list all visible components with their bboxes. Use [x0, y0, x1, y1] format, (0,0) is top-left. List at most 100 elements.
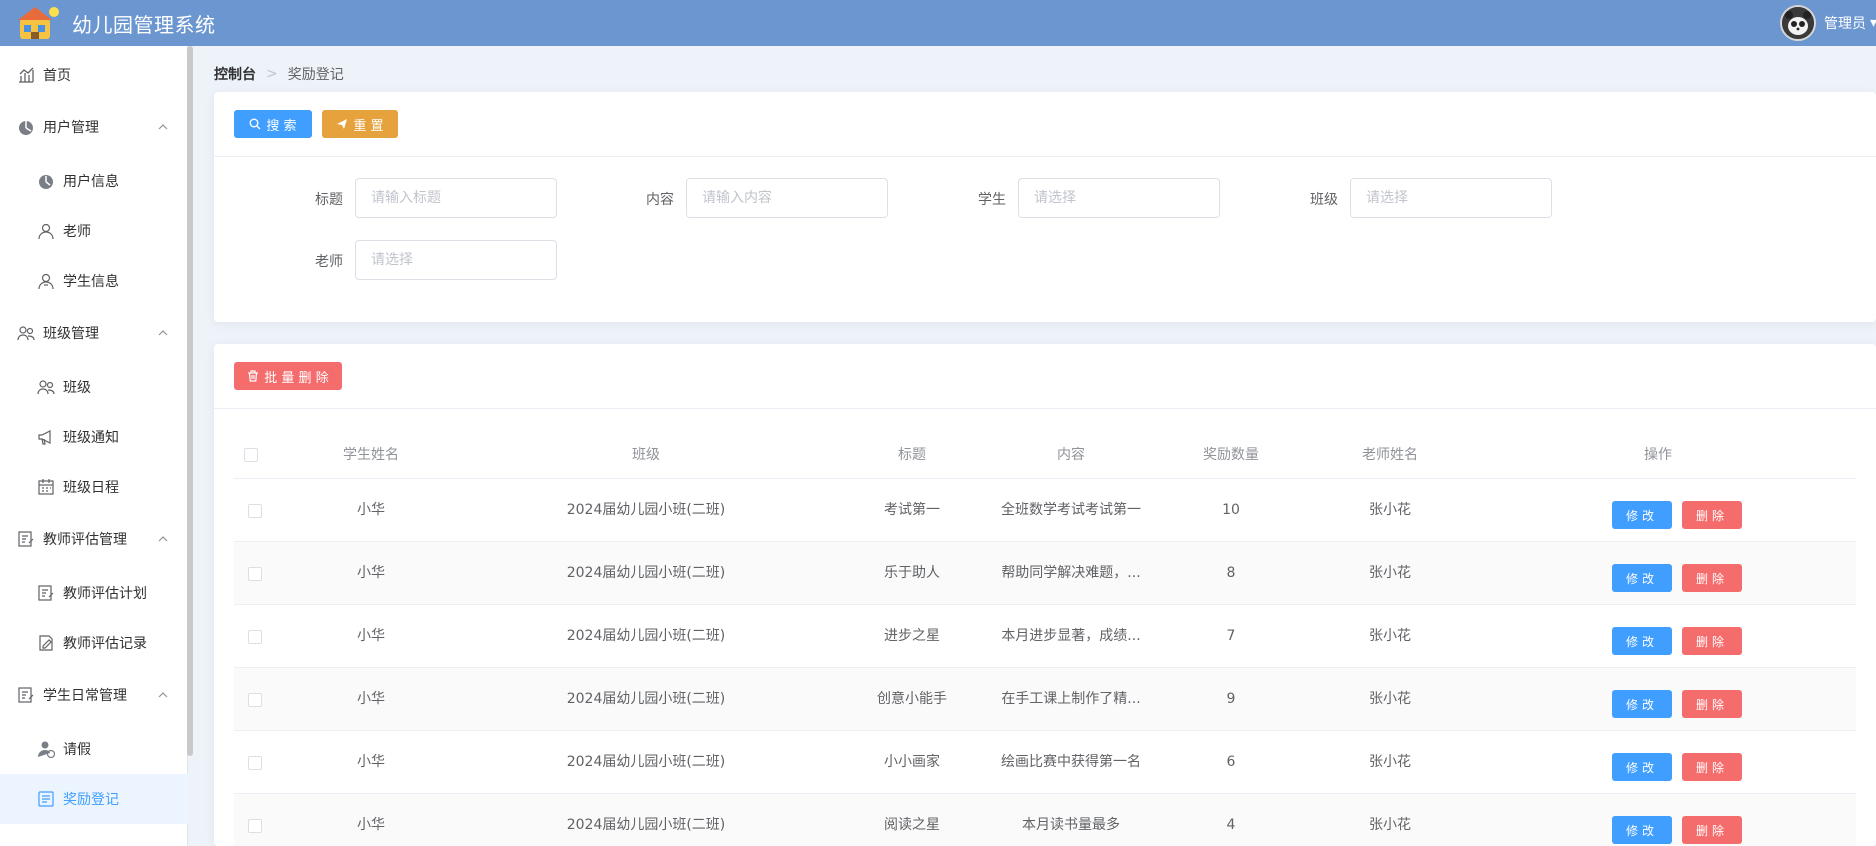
user-menu-name[interactable]: 管理员	[1824, 13, 1866, 33]
sidebar-item-evaluation-plan[interactable]: 教师评估计划	[0, 568, 188, 618]
sidebar-item-label: 班级日程	[63, 480, 119, 496]
cell-count: 10	[1222, 502, 1240, 518]
cell-class: 2024届幼儿园小班(二班)	[566, 754, 726, 770]
teacher-field-label: 老师	[315, 254, 343, 270]
table-header-row: 学生姓名 班级 标题 内容 奖励数量 老师姓名 操作	[234, 431, 1856, 479]
search-button[interactable]: 搜 索	[234, 110, 312, 138]
sidebar-item-home[interactable]: 首页	[0, 50, 188, 100]
cell-title: 阅读之星	[884, 817, 940, 833]
title-input[interactable]	[355, 178, 557, 218]
column-header-actions: 操作	[1644, 447, 1672, 463]
chart-icon	[17, 66, 35, 84]
cell-title: 创意小能手	[877, 691, 947, 707]
sidebar-item-label: 班级管理	[43, 326, 99, 342]
column-header-content[interactable]: 内容	[1000, 431, 1142, 479]
trash-icon	[248, 370, 259, 382]
sidebar-item-label: 请假	[63, 742, 91, 758]
breadcrumb-home[interactable]: 控制台	[214, 64, 256, 84]
sidebar-item-class-notice[interactable]: 班级通知	[0, 412, 188, 462]
reset-button[interactable]: 重 置	[322, 110, 398, 138]
avatar[interactable]	[1780, 5, 1816, 41]
calendar-icon	[37, 478, 55, 496]
column-header-teacher[interactable]: 老师姓名	[1320, 431, 1460, 479]
cell-content: 在手工课上制作了精...	[1001, 691, 1141, 707]
edit-button[interactable]: 修改	[1612, 564, 1672, 592]
cell-teacher: 张小花	[1369, 817, 1411, 833]
row-checkbox[interactable]	[248, 693, 262, 707]
chevron-down-icon[interactable]: ▾	[1870, 15, 1876, 31]
sidebar-item-label: 用户信息	[63, 174, 119, 190]
cell-class: 2024届幼儿园小班(二班)	[566, 691, 726, 707]
edit-button[interactable]: 修改	[1612, 627, 1672, 655]
sidebar-item-teacher[interactable]: 老师	[0, 206, 188, 256]
batch-delete-button[interactable]: 批 量 删 除	[234, 362, 342, 390]
sidebar-scrollbar[interactable]	[187, 46, 193, 756]
cell-class: 2024届幼儿园小班(二班)	[566, 502, 726, 518]
delete-button[interactable]: 删除	[1682, 816, 1742, 844]
panel-divider	[214, 408, 1876, 409]
sidebar-item-label: 老师	[63, 224, 91, 240]
cell-content: 本月读书量最多	[1022, 817, 1120, 833]
sidebar-item-class[interactable]: 班级	[0, 362, 188, 412]
content-input[interactable]	[686, 178, 888, 218]
cell-count: 6	[1226, 754, 1236, 770]
sidebar-item-evaluation-record[interactable]: 教师评估记录	[0, 618, 188, 668]
sidebar-item-label: 学生信息	[63, 274, 119, 290]
column-header-title[interactable]: 标题	[824, 431, 1000, 479]
cell-teacher: 张小花	[1369, 502, 1411, 518]
row-checkbox[interactable]	[248, 819, 262, 833]
class-group-icon	[17, 324, 35, 342]
title-field-label: 标题	[315, 192, 343, 208]
cell-teacher: 张小花	[1369, 628, 1411, 644]
content-field-label: 内容	[646, 192, 674, 208]
sidebar-item-leave[interactable]: 请假	[0, 724, 188, 774]
delete-button[interactable]: 删除	[1682, 753, 1742, 781]
edit-button[interactable]: 修改	[1612, 816, 1672, 844]
edit-button[interactable]: 修改	[1612, 753, 1672, 781]
student-icon	[37, 272, 55, 290]
search-panel: 搜 索 重 置 标题 内容 学生 班级 老师	[214, 92, 1876, 322]
row-checkbox[interactable]	[248, 756, 262, 770]
select-all-checkbox[interactable]	[244, 448, 258, 462]
edit-button[interactable]: 修改	[1612, 501, 1672, 529]
delete-button[interactable]: 删除	[1682, 564, 1742, 592]
edit-button[interactable]: 修改	[1612, 690, 1672, 718]
sidebar-item-reward[interactable]: 奖励登记	[0, 774, 188, 824]
student-select[interactable]	[1018, 178, 1220, 218]
sidebar-group-student-daily[interactable]: 学生日常管理	[0, 670, 188, 720]
cell-teacher: 张小花	[1369, 754, 1411, 770]
delete-button[interactable]: 删除	[1682, 627, 1742, 655]
class-select[interactable]	[1350, 178, 1552, 218]
user-circle-icon	[37, 172, 55, 190]
reward-icon	[37, 790, 55, 808]
column-header-count[interactable]: 奖励数量	[1142, 431, 1320, 479]
column-header-student[interactable]: 学生姓名	[274, 431, 468, 479]
cell-count: 7	[1226, 628, 1236, 644]
sidebar-group-user-management[interactable]: 用户管理	[0, 102, 188, 152]
cell-content: 帮助同学解决难题，...	[1001, 565, 1141, 581]
column-header-class[interactable]: 班级	[468, 431, 824, 479]
delete-button[interactable]: 删除	[1682, 501, 1742, 529]
cell-title: 小小画家	[884, 754, 940, 770]
sidebar-group-teacher-evaluation[interactable]: 教师评估管理	[0, 514, 188, 564]
cell-student: 小华	[357, 691, 385, 707]
sidebar-item-label: 班级通知	[63, 430, 119, 446]
sidebar-item-label: 奖励登记	[63, 792, 119, 808]
chevron-up-icon	[158, 532, 168, 548]
row-checkbox[interactable]	[248, 504, 262, 518]
teacher-select[interactable]	[355, 240, 557, 280]
cell-content: 绘画比赛中获得第一名	[1001, 754, 1141, 770]
sidebar-item-class-schedule[interactable]: 班级日程	[0, 462, 188, 512]
chevron-up-icon	[158, 326, 168, 342]
sidebar-item-user-info[interactable]: 用户信息	[0, 156, 188, 206]
table-row: 小华 2024届幼儿园小班(二班) 进步之星 本月进步显著，成绩... 7 张小…	[234, 605, 1856, 668]
cell-student: 小华	[357, 502, 385, 518]
class-field-label: 班级	[1310, 192, 1338, 208]
evaluation-icon	[17, 530, 35, 548]
leave-icon	[37, 740, 55, 758]
sidebar-group-class-management[interactable]: 班级管理	[0, 308, 188, 358]
row-checkbox[interactable]	[248, 567, 262, 581]
delete-button[interactable]: 删除	[1682, 690, 1742, 718]
sidebar-item-student-info[interactable]: 学生信息	[0, 256, 188, 306]
row-checkbox[interactable]	[248, 630, 262, 644]
